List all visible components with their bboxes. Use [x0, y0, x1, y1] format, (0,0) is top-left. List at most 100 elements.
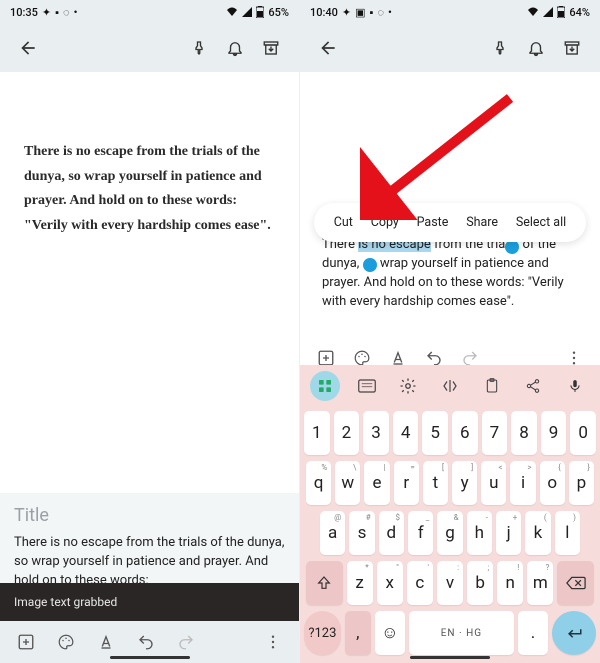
- key-2[interactable]: 2: [334, 411, 360, 455]
- key-f[interactable]: f_: [408, 511, 433, 555]
- key-b[interactable]: b;: [467, 561, 493, 605]
- annotation-arrow: [360, 90, 520, 220]
- key-z[interactable]: z*: [347, 561, 373, 605]
- copy-action[interactable]: Copy: [367, 213, 403, 232]
- toast-message: Image text grabbed: [0, 583, 299, 621]
- key-r[interactable]: r=: [394, 461, 419, 505]
- pin-button[interactable]: [181, 30, 217, 66]
- cursor-control-icon[interactable]: [435, 371, 465, 401]
- key-d[interactable]: d$: [379, 511, 404, 555]
- comma-key[interactable]: ,: [345, 611, 371, 655]
- space-key[interactable]: EN · HG: [409, 611, 514, 655]
- key-e[interactable]: e|: [364, 461, 389, 505]
- share-action[interactable]: Share: [462, 213, 502, 232]
- backspace-key[interactable]: [557, 561, 594, 605]
- keyboard-row-bottom: ?123 , ☺ EN · HG .: [304, 611, 596, 655]
- key-q[interactable]: q%: [306, 461, 331, 505]
- paste-action[interactable]: Paste: [413, 213, 453, 232]
- period-key[interactable]: .: [518, 611, 548, 655]
- key-5[interactable]: 5: [422, 411, 448, 455]
- selection-end-handle[interactable]: [363, 258, 377, 272]
- text-context-menu: Cut Copy Paste Share Select all: [314, 203, 586, 242]
- emoji-key[interactable]: ☺: [375, 611, 405, 655]
- battery-icon: [256, 6, 264, 18]
- app-bar: [0, 24, 299, 72]
- key-g[interactable]: g&: [437, 511, 462, 555]
- mic-icon[interactable]: [560, 371, 590, 401]
- back-button[interactable]: [10, 30, 46, 66]
- enter-key[interactable]: [552, 611, 596, 655]
- key-8[interactable]: 8: [511, 411, 537, 455]
- onscreen-keyboard: 1234567890 q%w\e|r=t[y]u<i>o{p} a@s#d$f_…: [300, 365, 600, 663]
- selectall-action[interactable]: Select all: [512, 213, 570, 232]
- pin-button[interactable]: [482, 30, 518, 66]
- key-v[interactable]: v:: [437, 561, 463, 605]
- screen-editor: 10:40 ✦ ▣ ▪ ◌ • 64% Cut Copy: [300, 0, 600, 663]
- key-j[interactable]: j+: [496, 511, 521, 555]
- status-icon: ▣: [355, 6, 365, 19]
- settings-icon[interactable]: [393, 371, 423, 401]
- back-button[interactable]: [310, 30, 346, 66]
- key-0[interactable]: 0: [570, 411, 596, 455]
- keyboard-row-zxcv: z*x"c'v:b;n!m?: [304, 561, 596, 605]
- redo-button[interactable]: [168, 624, 204, 660]
- shift-key[interactable]: [306, 561, 343, 605]
- cut-action[interactable]: Cut: [330, 213, 357, 232]
- keyboard-apps-icon[interactable]: [310, 371, 340, 401]
- status-icon: ◌: [377, 6, 384, 19]
- wifi-icon: [527, 7, 539, 17]
- keyboard-suggestion-bar: [300, 365, 600, 407]
- status-icon: ✦: [42, 6, 51, 19]
- key-h[interactable]: h-: [467, 511, 492, 555]
- status-icon: ✦: [342, 6, 351, 19]
- clipboard-icon[interactable]: [477, 371, 507, 401]
- key-n[interactable]: n!: [497, 561, 523, 605]
- key-o[interactable]: o{: [540, 461, 565, 505]
- nav-gesture-pill: [110, 656, 190, 659]
- key-m[interactable]: m?: [527, 561, 553, 605]
- key-a[interactable]: a@: [320, 511, 345, 555]
- wifi-icon: [226, 7, 238, 17]
- key-c[interactable]: c': [407, 561, 433, 605]
- numeric-key[interactable]: ?123: [304, 611, 341, 655]
- key-w[interactable]: w\: [335, 461, 360, 505]
- key-l[interactable]: l): [555, 511, 580, 555]
- keyboard-row-qwerty: q%w\e|r=t[y]u<i>o{p}: [304, 461, 596, 505]
- key-s[interactable]: s#: [349, 511, 374, 555]
- reminder-button[interactable]: [217, 30, 253, 66]
- keyboard-modes-icon[interactable]: [352, 371, 382, 401]
- share-icon[interactable]: [518, 371, 548, 401]
- keyboard-row-numbers: 1234567890: [304, 411, 596, 455]
- status-icon: •: [388, 6, 392, 19]
- key-1[interactable]: 1: [304, 411, 330, 455]
- key-4[interactable]: 4: [393, 411, 419, 455]
- more-button[interactable]: [255, 624, 291, 660]
- key-y[interactable]: y]: [452, 461, 477, 505]
- undo-button[interactable]: [128, 624, 164, 660]
- archive-button[interactable]: [253, 30, 289, 66]
- title-input[interactable]: Title: [14, 505, 285, 526]
- palette-button[interactable]: [48, 624, 84, 660]
- status-icon: ▪: [370, 6, 374, 19]
- text-format-button[interactable]: [88, 624, 124, 660]
- status-icon: ▪: [55, 6, 59, 19]
- key-9[interactable]: 9: [541, 411, 567, 455]
- editor-body[interactable]: There is no escape from the tria of the …: [322, 236, 578, 311]
- key-7[interactable]: 7: [482, 411, 508, 455]
- battery-icon: [557, 6, 565, 18]
- key-u[interactable]: u<: [481, 461, 506, 505]
- status-icon: •: [74, 6, 78, 19]
- add-button[interactable]: [8, 624, 44, 660]
- key-x[interactable]: x": [377, 561, 403, 605]
- key-p[interactable]: p}: [569, 461, 594, 505]
- app-bar: [300, 24, 600, 72]
- key-k[interactable]: k(: [525, 511, 550, 555]
- archive-button[interactable]: [554, 30, 590, 66]
- battery-percent: 64%: [569, 6, 590, 19]
- key-i[interactable]: i>: [510, 461, 535, 505]
- key-3[interactable]: 3: [363, 411, 389, 455]
- key-t[interactable]: t[: [423, 461, 448, 505]
- reminder-button[interactable]: [518, 30, 554, 66]
- key-6[interactable]: 6: [452, 411, 478, 455]
- status-bar: 10:35 ✦ ▪ ◌ • 65%: [0, 0, 299, 24]
